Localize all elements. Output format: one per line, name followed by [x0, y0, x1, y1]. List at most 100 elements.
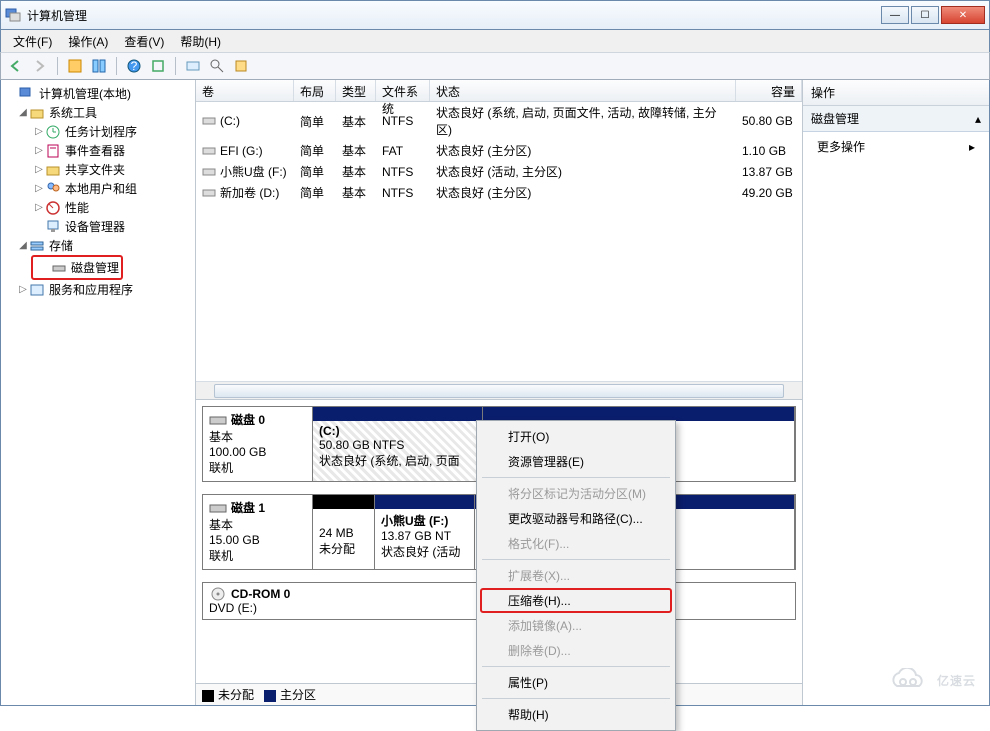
ctx-properties[interactable]: 属性(P)	[480, 670, 672, 695]
cell: 基本	[336, 162, 376, 181]
disk-info: 磁盘 1 基本 15.00 GB 联机	[203, 495, 313, 569]
tree-device-manager[interactable]: 设备管理器	[3, 217, 193, 236]
view-icon[interactable]	[66, 57, 84, 75]
tool1-icon[interactable]	[184, 57, 202, 75]
cell: 简单	[294, 183, 336, 202]
volumes-table: 卷 布局 类型 文件系统 状态 容量 (C:) 简单 基本 NTFS 状态良好 …	[196, 80, 802, 400]
cell: 新加卷 (D:)	[220, 184, 279, 201]
cell: (C:)	[220, 114, 240, 128]
actions-pane: 操作 磁盘管理▴ 更多操作▸	[803, 80, 989, 705]
menu-view[interactable]: 查看(V)	[118, 31, 170, 52]
partition-status: 未分配	[319, 540, 368, 557]
cell: 状态良好 (系统, 启动, 页面文件, 活动, 故障转储, 主分区)	[430, 103, 736, 139]
partition-c[interactable]: (C:) 50.80 GB NTFS 状态良好 (系统, 启动, 页面	[313, 407, 483, 481]
partition-label: (C:)	[319, 424, 476, 438]
col-filesystem[interactable]: 文件系统	[376, 80, 430, 101]
help-icon[interactable]: ?	[125, 57, 143, 75]
tree-label: 性能	[65, 199, 89, 216]
tree-shared-folders[interactable]: ▷共享文件夹	[3, 160, 193, 179]
menu-help[interactable]: 帮助(H)	[174, 31, 227, 52]
refresh-icon[interactable]	[149, 57, 167, 75]
actions-more[interactable]: 更多操作 ▸	[803, 132, 989, 161]
partition-unallocated[interactable]: 24 MB 未分配	[313, 495, 375, 569]
ctx-mark-active: 将分区标记为活动分区(M)	[480, 481, 672, 506]
window-controls: — ☐ ✕	[881, 6, 985, 24]
partition-status: 状态良好 (系统, 启动, 页面	[319, 452, 476, 469]
view2-icon[interactable]	[90, 57, 108, 75]
tool2-icon[interactable]	[208, 57, 226, 75]
cell: 13.87 GB	[736, 162, 802, 181]
tree-storage[interactable]: ◢存储	[3, 236, 193, 255]
cell: 基本	[336, 183, 376, 202]
menu-bar: 文件(F) 操作(A) 查看(V) 帮助(H)	[0, 30, 990, 52]
tree-label: 系统工具	[49, 104, 97, 121]
disk-state: 联机	[209, 547, 306, 564]
disk-type: 基本	[209, 516, 306, 533]
disk-size: 100.00 GB	[209, 445, 306, 459]
col-capacity[interactable]: 容量	[736, 80, 802, 101]
actions-more-label: 更多操作	[817, 138, 865, 155]
partition-size: 24 MB	[319, 526, 368, 540]
table-row[interactable]: 小熊U盘 (F:) 简单 基本 NTFS 状态良好 (活动, 主分区) 13.8…	[196, 161, 802, 182]
tree-label: 任务计划程序	[65, 123, 137, 140]
cell: 简单	[294, 103, 336, 139]
maximize-button[interactable]: ☐	[911, 6, 939, 24]
tree-services-apps[interactable]: ▷服务和应用程序	[3, 280, 193, 299]
tree-system-tools[interactable]: ◢系统工具	[3, 103, 193, 122]
col-layout[interactable]: 布局	[294, 80, 336, 101]
watermark: 亿速云	[887, 668, 976, 692]
back-icon[interactable]	[7, 57, 25, 75]
context-menu: 打开(O) 资源管理器(E) 将分区标记为活动分区(M) 更改驱动器号和路径(C…	[476, 420, 676, 731]
minimize-button[interactable]: —	[881, 6, 909, 24]
partition-f[interactable]: 小熊U盘 (F:) 13.87 GB NT 状态良好 (活动	[375, 495, 475, 569]
col-status[interactable]: 状态	[430, 80, 736, 101]
partition-size: 13.87 GB NT	[381, 529, 468, 543]
tree-disk-management[interactable]: 磁盘管理	[35, 258, 119, 277]
horizontal-scrollbar[interactable]	[196, 381, 802, 399]
menu-file[interactable]: 文件(F)	[7, 31, 58, 52]
ctx-mirror: 添加镜像(A)...	[480, 613, 672, 638]
tree-event-viewer[interactable]: ▷事件查看器	[3, 141, 193, 160]
ctx-extend: 扩展卷(X)...	[480, 563, 672, 588]
disk-type: 基本	[209, 428, 306, 445]
disk-name: CD-ROM 0	[231, 587, 290, 601]
tree-root[interactable]: 计算机管理(本地)	[3, 84, 193, 103]
navigation-tree: 计算机管理(本地) ◢系统工具 ▷任务计划程序 ▷事件查看器 ▷共享文件夹 ▷本…	[1, 80, 196, 705]
col-volume[interactable]: 卷	[196, 80, 294, 101]
ctx-shrink[interactable]: 压缩卷(H)...	[480, 588, 672, 613]
actions-subheader[interactable]: 磁盘管理▴	[803, 106, 989, 132]
close-button[interactable]: ✕	[941, 6, 985, 24]
cell: 简单	[294, 162, 336, 181]
chevron-right-icon: ▸	[969, 140, 975, 154]
col-type[interactable]: 类型	[336, 80, 376, 101]
tool3-icon[interactable]	[232, 57, 250, 75]
ctx-explorer[interactable]: 资源管理器(E)	[480, 449, 672, 474]
cell: 49.20 GB	[736, 183, 802, 202]
cell: 状态良好 (主分区)	[430, 183, 736, 202]
ctx-change-path[interactable]: 更改驱动器号和路径(C)...	[480, 506, 672, 531]
legend-unallocated: 未分配	[218, 688, 254, 702]
disk-state: 联机	[209, 459, 306, 476]
table-row[interactable]: 新加卷 (D:) 简单 基本 NTFS 状态良好 (主分区) 49.20 GB	[196, 182, 802, 203]
tree-label: 共享文件夹	[65, 161, 125, 178]
tree-label: 事件查看器	[65, 142, 125, 159]
title-bar: 计算机管理 — ☐ ✕	[0, 0, 990, 30]
actions-sub-label: 磁盘管理	[811, 110, 859, 127]
table-row[interactable]: EFI (G:) 简单 基本 FAT 状态良好 (主分区) 1.10 GB	[196, 140, 802, 161]
tree-label: 服务和应用程序	[49, 281, 133, 298]
cell: NTFS	[376, 162, 430, 181]
tree-label: 本地用户和组	[65, 180, 137, 197]
table-row[interactable]: (C:) 简单 基本 NTFS 状态良好 (系统, 启动, 页面文件, 活动, …	[196, 102, 802, 140]
tree-task-scheduler[interactable]: ▷任务计划程序	[3, 122, 193, 141]
ctx-open[interactable]: 打开(O)	[480, 424, 672, 449]
forward-icon[interactable]	[31, 57, 49, 75]
menu-action[interactable]: 操作(A)	[62, 31, 114, 52]
cell: 简单	[294, 141, 336, 160]
tree-root-label: 计算机管理(本地)	[39, 85, 131, 102]
disk-name: 磁盘 1	[231, 499, 265, 516]
watermark-text: 亿速云	[937, 672, 976, 689]
toolbar: ?	[0, 52, 990, 80]
tree-local-users[interactable]: ▷本地用户和组	[3, 179, 193, 198]
cell: 状态良好 (主分区)	[430, 141, 736, 160]
tree-performance[interactable]: ▷性能	[3, 198, 193, 217]
